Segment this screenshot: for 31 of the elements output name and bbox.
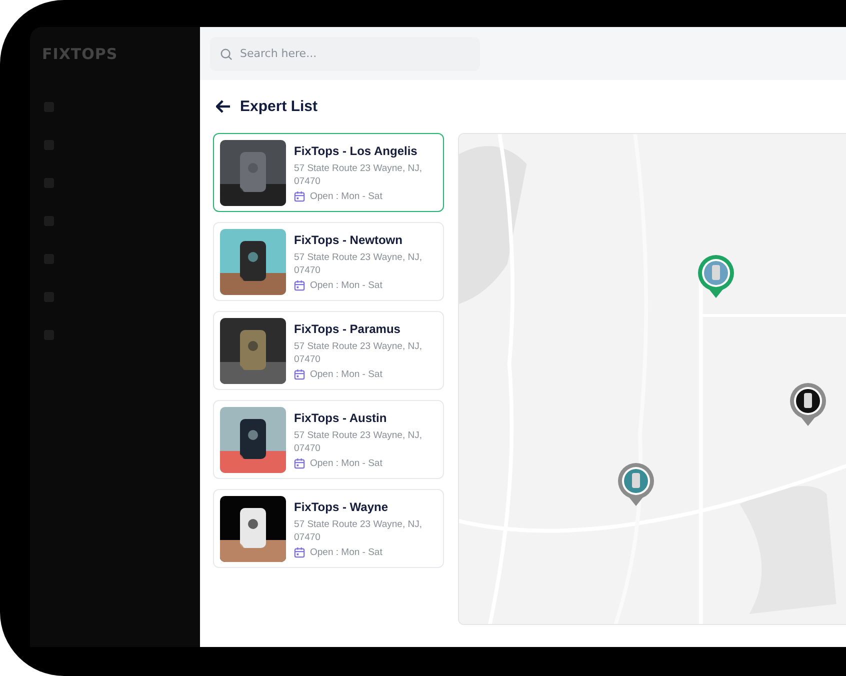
- expert-name: FixTops - Austin: [294, 410, 388, 424]
- opening-hours: Open : Mon - Sat: [310, 546, 382, 558]
- logo: FIXTOPS: [42, 45, 119, 63]
- expert-card[interactable]: FixTops - Paramus 57 State Route 23 Wayne, NJ, 07470 Open : Mon - Sat: [213, 311, 444, 390]
- opening-hours: Open : Mon - Sat: [310, 190, 382, 202]
- expert-name: FixTops - Paramus: [294, 322, 402, 336]
- expert-card[interactable]: FixTops - Austin 57 State Route 23 Wayne, NJ, 07470 Open : Mon - Sat: [213, 400, 444, 479]
- opening-hours: Open : Mon - Sat: [310, 458, 382, 468]
- expert-address: 57 State Route 23 Wayne, NJ, 07470: [294, 162, 423, 188]
- opening-hours: Open : Mon - Sat: [310, 280, 382, 290]
- calendar-icon: [294, 458, 305, 468]
- page-title: Expert List: [240, 98, 318, 115]
- back-arrow-icon[interactable]: [216, 100, 231, 113]
- expert-address: 57 State Route 23 Wayne, NJ, 07470: [294, 518, 423, 544]
- expert-card[interactable]: FixTops - Wayne 57 State Route 23 Wayne, NJ, 07470 Open : Mon - Sat: [213, 489, 444, 568]
- search-field[interactable]: Search here...: [210, 36, 480, 70]
- search-icon: [220, 48, 233, 60]
- calendar-icon: [294, 368, 305, 380]
- calendar-icon: [294, 546, 305, 558]
- calendar-icon: [294, 190, 305, 202]
- expert-address: 57 State Route 23 Wayne, NJ, 07470: [294, 250, 423, 276]
- expert-name: FixTops - Wayne: [294, 500, 390, 514]
- calendar-icon: [294, 280, 305, 290]
- opening-hours: Open : Mon - Sat: [310, 368, 382, 380]
- expert-address: 57 State Route 23 Wayne, NJ, 07470: [294, 340, 423, 366]
- expert-name: FixTops - Los Angelis: [294, 144, 418, 158]
- expert-card[interactable]: FixTops - Los Angelis 57 State Route 23 Wayne, NJ, 07470 Open : Mon - Sat: [213, 133, 444, 212]
- expert-name: FixTops - Newtown: [294, 232, 404, 246]
- expert-card[interactable]: FixTops - Newtown 57 State Route 23 Wayne, NJ, 07470 Open : Mon - Sat: [213, 222, 444, 301]
- map-pin-drawing[interactable]: [789, 382, 827, 428]
- expert-address: 57 State Route 23 Wayne, NJ, 07470: [294, 428, 423, 454]
